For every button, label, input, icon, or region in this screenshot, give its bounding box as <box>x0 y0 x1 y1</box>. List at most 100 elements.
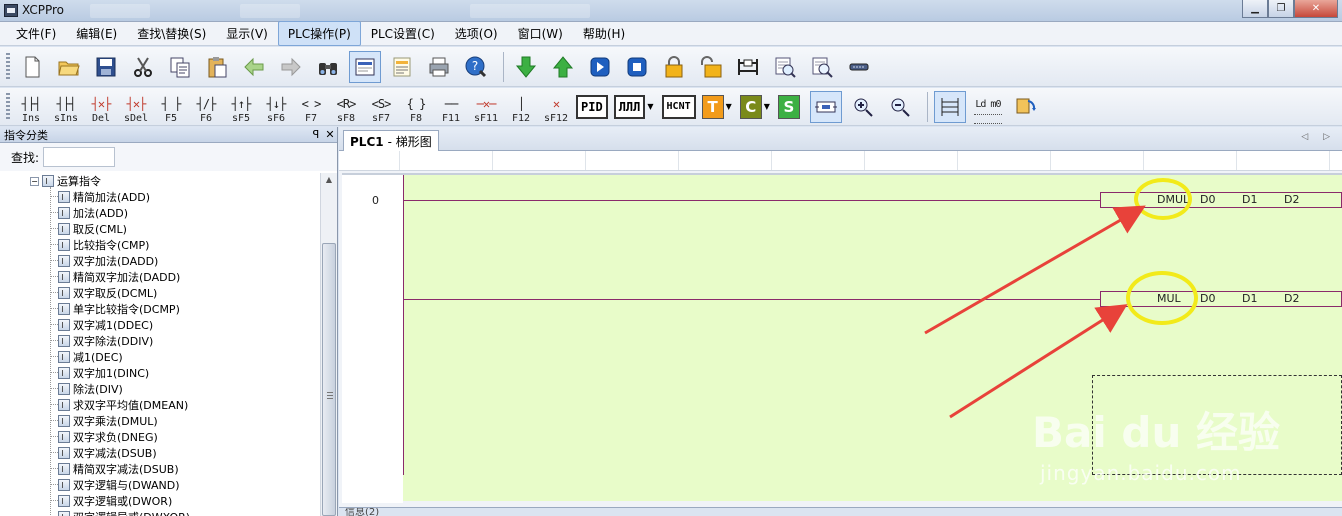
ladder-button[interactable] <box>732 51 764 83</box>
menu-item[interactable]: 选项(O) <box>445 21 508 46</box>
menu-item[interactable]: 文件(F) <box>6 21 66 46</box>
ladder-sf12-button[interactable]: ✕ sF12 <box>541 90 571 124</box>
serial-button[interactable] <box>843 51 875 83</box>
hcnt-button[interactable]: HCNT <box>661 94 696 119</box>
tree-scrollbar[interactable]: ▲ <box>320 173 337 516</box>
ladder-f5-button[interactable]: ┤ ├ F5 <box>156 90 186 124</box>
ladder-sins-button[interactable]: ┤├┤ sIns <box>51 90 81 124</box>
block-view-button[interactable] <box>809 90 842 123</box>
help-button[interactable]: ? <box>460 51 492 83</box>
timer-dropdown-icon[interactable]: ▼ <box>726 102 732 111</box>
pulse-button[interactable]: ЛЛЛ <box>613 94 646 119</box>
ladder-ins-button[interactable]: ┤├┤ Ins <box>16 90 46 124</box>
zoom-in-button[interactable] <box>847 91 879 123</box>
toolbar-grip[interactable] <box>6 92 10 121</box>
pulse-dropdown-icon[interactable]: ▼ <box>647 102 653 111</box>
ladder-sf5-button[interactable]: ┤↑├ sF5 <box>226 90 256 124</box>
tree-item[interactable]: 双字除法(DDIV) <box>0 333 320 349</box>
tree-item[interactable]: 除法(DIV) <box>0 381 320 397</box>
step-button[interactable]: S <box>777 94 800 119</box>
ladder-f12-button[interactable]: │ F12 <box>506 90 536 124</box>
ladder-sf11-button[interactable]: ─✕─ sF11 <box>471 90 501 124</box>
info-panel-tab[interactable]: 信息(2) <box>339 507 1342 516</box>
close-button[interactable]: ✕ <box>1294 0 1338 18</box>
tree-item[interactable]: 精简加法(ADD) <box>0 189 320 205</box>
print-button[interactable] <box>423 51 455 83</box>
copy-button[interactable] <box>164 51 196 83</box>
download-button[interactable] <box>510 51 542 83</box>
tree-item[interactable]: 双字加1(DINC) <box>0 365 320 381</box>
counter-button[interactable]: C <box>739 94 762 119</box>
menu-item[interactable]: PLC操作(P) <box>277 21 361 46</box>
run-button[interactable] <box>584 51 616 83</box>
zoom-search-button[interactable] <box>769 51 801 83</box>
back-arrow-button[interactable] <box>238 51 270 83</box>
save-button[interactable] <box>90 51 122 83</box>
pin-icon[interactable]: ꟼ <box>309 128 323 141</box>
tree-item[interactable]: 加法(ADD) <box>0 205 320 221</box>
ld-m0-button[interactable]: Ld m0 <box>971 90 1005 124</box>
tree-item[interactable]: 双字逻辑异或(DWXOR) <box>0 509 320 516</box>
tree-item[interactable]: 单字比较指令(DCMP) <box>0 301 320 317</box>
upload-button[interactable] <box>547 51 579 83</box>
ladder-del-button[interactable]: ┤✕├ Del <box>86 90 116 124</box>
paste-button[interactable] <box>201 51 233 83</box>
collapse-icon[interactable]: − <box>30 176 39 186</box>
ladder-f6-button[interactable]: ┤/├ F6 <box>191 90 221 124</box>
open-folder-button[interactable] <box>53 51 85 83</box>
list-button[interactable] <box>386 51 418 83</box>
tree-item[interactable]: 比较指令(CMP) <box>0 237 320 253</box>
tree-item[interactable]: 求双字平均值(DMEAN) <box>0 397 320 413</box>
ladder-sf7-button[interactable]: <S> sF7 <box>366 90 396 124</box>
zoom-search2-button[interactable] <box>806 51 838 83</box>
tree-root-node[interactable]: − 运算指令 <box>0 173 320 189</box>
scroll-up-icon[interactable]: ▲ <box>321 173 337 187</box>
new-file-button[interactable] <box>16 51 48 83</box>
tree-item[interactable]: 精简双字加法(DADD) <box>0 269 320 285</box>
monitor-button[interactable] <box>349 50 381 83</box>
ladder-diagram[interactable]: 0 DMUL D0 D1 D2 MUL D0 D1 D2 Bai du 经验 j… <box>342 173 1342 503</box>
timer-button[interactable]: T <box>701 94 724 119</box>
ladder-sf6-button[interactable]: ┤↓├ sF6 <box>261 90 291 124</box>
tree-item[interactable]: 双字取反(DCML) <box>0 285 320 301</box>
pid-button[interactable]: PID <box>576 94 608 119</box>
ladder-grid-button[interactable] <box>933 90 966 123</box>
tree-item[interactable]: 双字加法(DADD) <box>0 253 320 269</box>
find-button[interactable] <box>312 51 344 83</box>
menu-item[interactable]: PLC设置(C) <box>361 21 445 46</box>
ladder-sf8-button[interactable]: <R> sF8 <box>331 90 361 124</box>
selection-cursor-box[interactable] <box>1092 375 1342 475</box>
cut-button[interactable] <box>127 51 159 83</box>
forward-arrow-button[interactable] <box>275 51 307 83</box>
menu-item[interactable]: 显示(V) <box>216 21 278 46</box>
tree-item[interactable]: 双字逻辑或(DWOR) <box>0 493 320 509</box>
menu-item[interactable]: 编辑(E) <box>66 21 127 46</box>
tree-item[interactable]: 双字求负(DNEG) <box>0 429 320 445</box>
maximize-button[interactable]: ❐ <box>1268 0 1294 18</box>
search-input[interactable] <box>43 147 116 167</box>
ladder-sdel-button[interactable]: ┤✕├ sDel <box>121 90 151 124</box>
unlock-button[interactable] <box>695 51 727 83</box>
menu-item[interactable]: 查找\替换(S) <box>127 21 216 46</box>
sync-button[interactable] <box>1010 91 1042 123</box>
tab-plc1-ladder[interactable]: PLC1 - 梯形图 <box>343 130 439 152</box>
toolbar-grip[interactable] <box>6 52 10 81</box>
stop-button[interactable] <box>621 51 653 83</box>
lock-button[interactable] <box>658 51 690 83</box>
menu-item[interactable]: 帮助(H) <box>573 21 635 46</box>
zoom-out-button[interactable] <box>884 91 916 123</box>
menu-item[interactable]: 窗口(W) <box>508 21 573 46</box>
ladder-f11-button[interactable]: ── F11 <box>436 90 466 124</box>
tree-item[interactable]: 取反(CML) <box>0 221 320 237</box>
tree-item[interactable]: 双字乘法(DMUL) <box>0 413 320 429</box>
scroll-thumb[interactable] <box>322 243 336 516</box>
tree-item[interactable]: 双字减法(DSUB) <box>0 445 320 461</box>
tab-nav-arrows[interactable]: ◁ ▷ <box>1301 132 1336 142</box>
minimize-button[interactable]: ▁ <box>1242 0 1268 18</box>
tree-item[interactable]: 减1(DEC) <box>0 349 320 365</box>
tree-item[interactable]: 双字逻辑与(DWAND) <box>0 477 320 493</box>
ladder-f8-button[interactable]: { } F8 <box>401 90 431 124</box>
ladder-f7-button[interactable]: < > F7 <box>296 90 326 124</box>
panel-close-icon[interactable]: ✕ <box>323 128 337 141</box>
tree-item[interactable]: 精简双字减法(DSUB) <box>0 461 320 477</box>
